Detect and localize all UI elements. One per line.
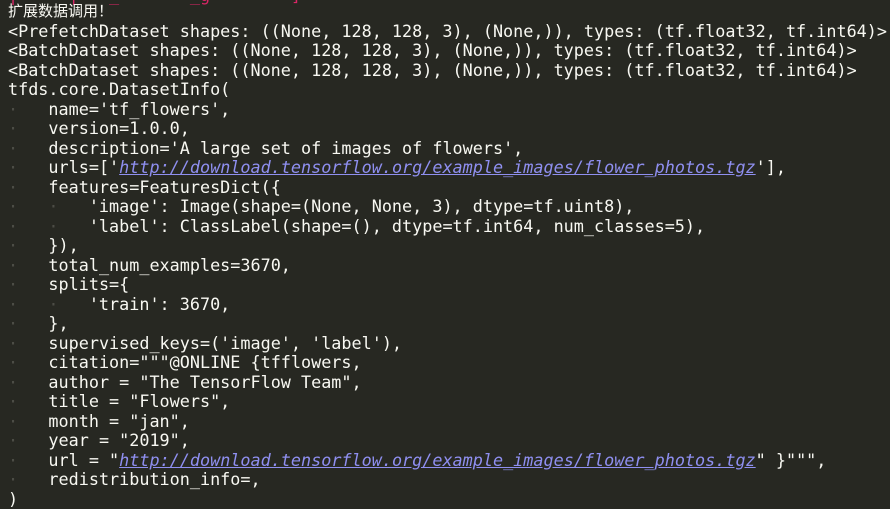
console-line-text: <BatchDataset shapes: ((None, 128, 128, … bbox=[8, 60, 857, 80]
indent-guide: · bbox=[8, 411, 48, 431]
console-line-text: url = " bbox=[48, 450, 119, 470]
console-line: · · 'train': 3670, bbox=[8, 295, 890, 315]
console-line: · · 'label': ClassLabel(shape=(), dtype=… bbox=[8, 217, 890, 237]
indent-guide: · bbox=[8, 430, 48, 450]
indent-guide: · · bbox=[8, 216, 89, 236]
indent-guide: · bbox=[8, 99, 48, 119]
indent-guide: · · bbox=[8, 196, 89, 216]
indent-guide: · bbox=[8, 333, 48, 353]
console-line-text: ) bbox=[8, 489, 18, 509]
console-line: · redistribution_info=, bbox=[8, 470, 890, 490]
console-line: · url = "http://download.tensorflow.org/… bbox=[8, 451, 890, 471]
console-line-text: 'label': ClassLabel(shape=(), dtype=tf.i… bbox=[89, 216, 705, 236]
indent-guide: · bbox=[8, 157, 48, 177]
indent-guide: · bbox=[8, 352, 48, 372]
console-line-text: citation="""@ONLINE {tfflowers, bbox=[48, 352, 361, 372]
console-line: <PrefetchDataset shapes: ((None, 128, 12… bbox=[8, 22, 890, 42]
console-line-text: <PrefetchDataset shapes: ((None, 128, 12… bbox=[8, 21, 887, 41]
console-line: · urls=['http://download.tensorflow.org/… bbox=[8, 158, 890, 178]
console-line-text: 'image': Image(shape=(None, None, 3), dt… bbox=[89, 196, 635, 216]
dataset-url-link[interactable]: http://download.tensorflow.org/example_i… bbox=[119, 157, 756, 177]
indent-guide: · bbox=[8, 391, 48, 411]
console-line: · author = "The TensorFlow Team", bbox=[8, 373, 890, 393]
console-line-text: author = "The TensorFlow Team", bbox=[48, 372, 361, 392]
console-line: · month = "jan", bbox=[8, 412, 890, 432]
console-line-text: splits={ bbox=[48, 274, 129, 294]
console-line: · · 'image': Image(shape=(None, None, 3)… bbox=[8, 197, 890, 217]
console-line-text: version=1.0.0, bbox=[48, 118, 189, 138]
console-line-text: features=FeaturesDict({ bbox=[48, 177, 280, 197]
console-line-text: }, bbox=[48, 313, 68, 333]
terminal-output-pane[interactable]: | | _ _g ] 扩展数据调用！ <PrefetchDataset shap… bbox=[0, 0, 890, 504]
dataset-url-link[interactable]: http://download.tensorflow.org/example_i… bbox=[119, 450, 756, 470]
indent-guide: · bbox=[8, 118, 48, 138]
indent-guide: · bbox=[8, 235, 48, 255]
console-line: <BatchDataset shapes: ((None, 128, 128, … bbox=[8, 61, 890, 81]
console-line: · supervised_keys=('image', 'label'), bbox=[8, 334, 890, 354]
console-code-lines: <PrefetchDataset shapes: ((None, 128, 12… bbox=[8, 22, 890, 509]
console-line-text: urls=[' bbox=[48, 157, 119, 177]
console-line: · total_num_examples=3670, bbox=[8, 256, 890, 276]
console-line-text: '], bbox=[756, 157, 786, 177]
console-line-text: supervised_keys=('image', 'label'), bbox=[48, 333, 402, 353]
indent-guide: · · bbox=[8, 294, 89, 314]
console-line: · features=FeaturesDict({ bbox=[8, 178, 890, 198]
indent-guide: · bbox=[8, 177, 48, 197]
console-line: · title = "Flowers", bbox=[8, 392, 890, 412]
console-line-text: year = "2019", bbox=[48, 430, 189, 450]
console-heading-line: 扩展数据调用！ bbox=[8, 2, 890, 22]
console-line: · splits={ bbox=[8, 275, 890, 295]
console-line-text: description='A large set of images of fl… bbox=[48, 138, 523, 158]
console-line: · citation="""@ONLINE {tfflowers, bbox=[8, 353, 890, 373]
console-line-text: title = "Flowers", bbox=[48, 391, 230, 411]
console-line: · }), bbox=[8, 236, 890, 256]
console-line: · name='tf_flowers', bbox=[8, 100, 890, 120]
console-line-text: month = "jan", bbox=[48, 411, 189, 431]
console-line-text: total_num_examples=3670, bbox=[48, 255, 290, 275]
console-line: <BatchDataset shapes: ((None, 128, 128, … bbox=[8, 41, 890, 61]
indent-guide: · bbox=[8, 313, 48, 333]
console-line-list: 扩展数据调用！ <PrefetchDataset shapes: ((None,… bbox=[0, 2, 890, 509]
indent-guide: · bbox=[8, 469, 48, 489]
indent-guide: · bbox=[8, 274, 48, 294]
indent-guide: · bbox=[8, 372, 48, 392]
console-line: ) bbox=[8, 490, 890, 509]
console-line-text: redistribution_info=, bbox=[48, 469, 260, 489]
console-line: · description='A large set of images of … bbox=[8, 139, 890, 159]
indent-guide: · bbox=[8, 255, 48, 275]
console-line: · year = "2019", bbox=[8, 431, 890, 451]
console-line: tfds.core.DatasetInfo( bbox=[8, 80, 890, 100]
console-line-text: }), bbox=[48, 235, 78, 255]
console-line: · }, bbox=[8, 314, 890, 334]
console-line-text: name='tf_flowers', bbox=[48, 99, 230, 119]
console-line-text: " }""", bbox=[756, 450, 827, 470]
console-line-text: 'train': 3670, bbox=[89, 294, 230, 314]
indent-guide: · bbox=[8, 450, 48, 470]
console-line: · version=1.0.0, bbox=[8, 119, 890, 139]
console-line-text: tfds.core.DatasetInfo( bbox=[8, 79, 230, 99]
indent-guide: · bbox=[8, 138, 48, 158]
console-line-text: <BatchDataset shapes: ((None, 128, 128, … bbox=[8, 40, 857, 60]
